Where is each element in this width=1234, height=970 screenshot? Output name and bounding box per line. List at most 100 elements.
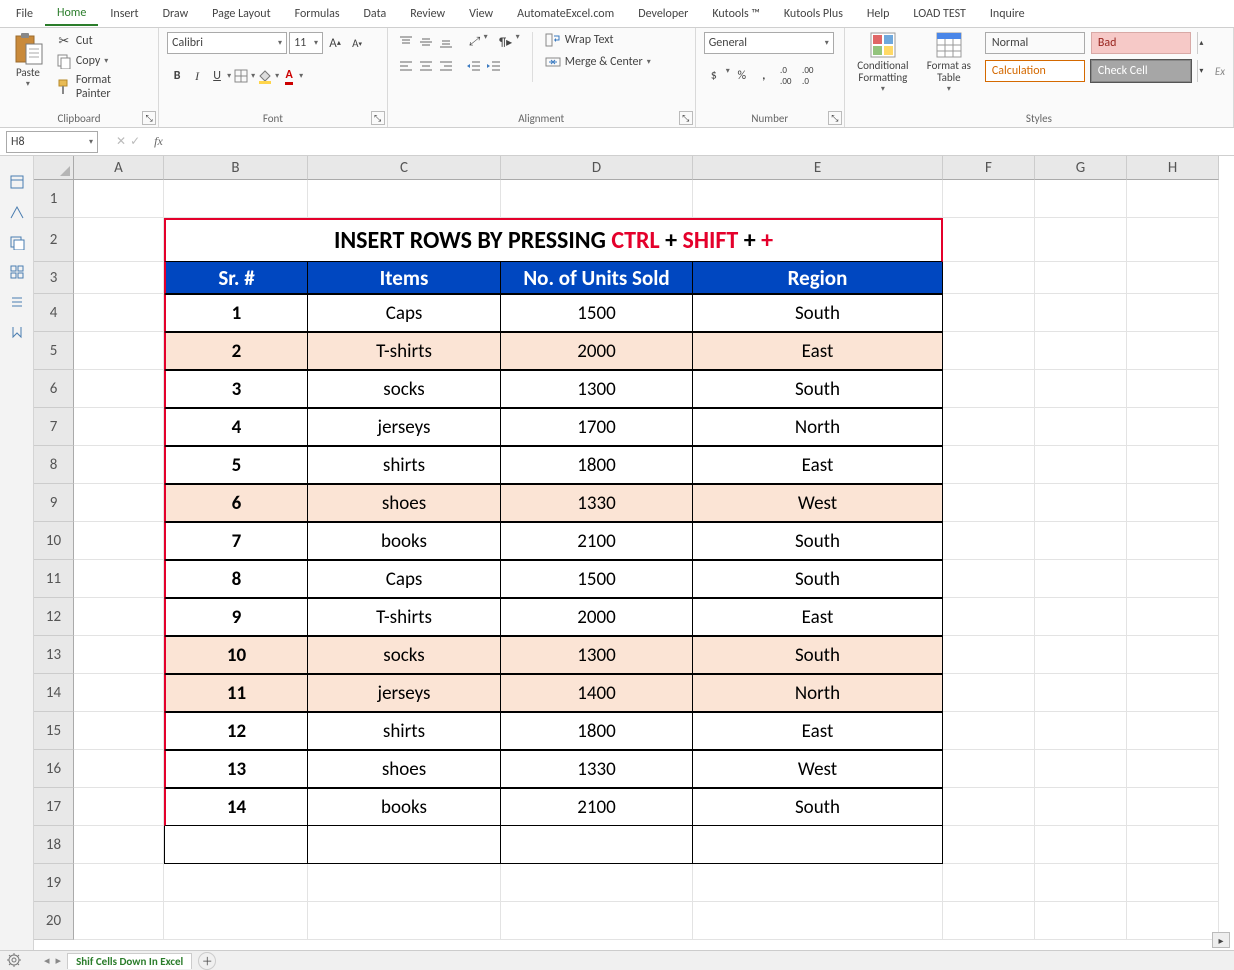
font-name-select[interactable]: Calibri▾ bbox=[167, 32, 287, 54]
side-icon-3[interactable] bbox=[9, 234, 25, 250]
cell-F10[interactable] bbox=[943, 522, 1035, 560]
cell-G17[interactable] bbox=[1035, 788, 1127, 826]
cell-B14[interactable]: 11 bbox=[164, 674, 308, 712]
tab-automateexcel-com[interactable]: AutomateExcel.com bbox=[505, 3, 626, 25]
gallery-scroll-up[interactable]: ▴ bbox=[1197, 32, 1205, 54]
cell-F2[interactable] bbox=[943, 218, 1035, 262]
cell-H10[interactable] bbox=[1127, 522, 1219, 560]
cell-D8[interactable]: 1800 bbox=[501, 446, 693, 484]
row-header-3[interactable]: 3 bbox=[34, 262, 74, 294]
cell-H16[interactable] bbox=[1127, 750, 1219, 788]
tab-view[interactable]: View bbox=[457, 3, 505, 25]
cell-G4[interactable] bbox=[1035, 294, 1127, 332]
cell-A18[interactable] bbox=[74, 826, 164, 864]
cell-A9[interactable] bbox=[74, 484, 164, 522]
cell-F20[interactable] bbox=[943, 902, 1035, 940]
cell-D15[interactable]: 1800 bbox=[501, 712, 693, 750]
select-all-corner[interactable] bbox=[34, 156, 74, 180]
decrease-decimal-button[interactable]: .00.0 bbox=[798, 66, 818, 86]
row-headers[interactable]: 1234567891011121314151617181920 bbox=[34, 180, 74, 940]
new-sheet-button[interactable]: ＋ bbox=[198, 952, 216, 970]
cell-H7[interactable] bbox=[1127, 408, 1219, 446]
hscroll-right-button[interactable]: ▸ bbox=[1212, 932, 1230, 948]
tab-developer[interactable]: Developer bbox=[626, 3, 700, 25]
cell-E13[interactable]: South bbox=[693, 636, 943, 674]
cell-F9[interactable] bbox=[943, 484, 1035, 522]
fill-color-button[interactable] bbox=[255, 66, 275, 86]
cell-D11[interactable]: 1500 bbox=[501, 560, 693, 598]
col-header-B[interactable]: B bbox=[164, 156, 308, 180]
cell-F8[interactable] bbox=[943, 446, 1035, 484]
cell-A1[interactable] bbox=[74, 180, 164, 218]
cell-F18[interactable] bbox=[943, 826, 1035, 864]
row-header-14[interactable]: 14 bbox=[34, 674, 74, 712]
cell-G11[interactable] bbox=[1035, 560, 1127, 598]
cell-C7[interactable]: jerseys bbox=[308, 408, 501, 446]
col-header-H[interactable]: H bbox=[1127, 156, 1219, 180]
cell-G3[interactable] bbox=[1035, 262, 1127, 294]
style-calculation[interactable]: Calculation bbox=[985, 60, 1085, 82]
cell-F17[interactable] bbox=[943, 788, 1035, 826]
style-check-cell[interactable]: Check Cell bbox=[1091, 60, 1191, 82]
cell-H17[interactable] bbox=[1127, 788, 1219, 826]
grid[interactable]: ABCDEFGH 1234567891011121314151617181920… bbox=[34, 156, 1234, 950]
row-header-16[interactable]: 16 bbox=[34, 750, 74, 788]
percent-button[interactable]: % bbox=[732, 66, 752, 86]
row-header-10[interactable]: 10 bbox=[34, 522, 74, 560]
header-2[interactable]: No. of Units Sold bbox=[501, 262, 693, 294]
orientation-button[interactable]: ⤢ bbox=[464, 32, 484, 52]
cell-G15[interactable] bbox=[1035, 712, 1127, 750]
direction-dropdown[interactable]: ▾ bbox=[516, 32, 520, 52]
decrease-indent-button[interactable] bbox=[464, 56, 484, 76]
cell-H8[interactable] bbox=[1127, 446, 1219, 484]
cell-F15[interactable] bbox=[943, 712, 1035, 750]
side-icon-6[interactable] bbox=[9, 324, 25, 340]
row-header-19[interactable]: 19 bbox=[34, 864, 74, 902]
cell-G12[interactable] bbox=[1035, 598, 1127, 636]
cell-C12[interactable]: T-shirts bbox=[308, 598, 501, 636]
cell-B20[interactable] bbox=[164, 902, 308, 940]
cell-E14[interactable]: North bbox=[693, 674, 943, 712]
fx-icon[interactable]: fx bbox=[154, 134, 163, 149]
cell-A10[interactable] bbox=[74, 522, 164, 560]
accounting-dropdown[interactable]: ▾ bbox=[726, 66, 730, 86]
tab-kutools-[interactable]: Kutools ™ bbox=[700, 3, 772, 25]
cell-G9[interactable] bbox=[1035, 484, 1127, 522]
cell-B1[interactable] bbox=[164, 180, 308, 218]
row-header-5[interactable]: 5 bbox=[34, 332, 74, 370]
tab-draw[interactable]: Draw bbox=[151, 3, 201, 25]
cell-C6[interactable]: socks bbox=[308, 370, 501, 408]
row-header-13[interactable]: 13 bbox=[34, 636, 74, 674]
cell-B16[interactable]: 13 bbox=[164, 750, 308, 788]
cell-H3[interactable] bbox=[1127, 262, 1219, 294]
style-bad[interactable]: Bad bbox=[1091, 32, 1191, 54]
cell-H13[interactable] bbox=[1127, 636, 1219, 674]
row-header-6[interactable]: 6 bbox=[34, 370, 74, 408]
cell-B7[interactable]: 4 bbox=[164, 408, 308, 446]
cell-A17[interactable] bbox=[74, 788, 164, 826]
header-3[interactable]: Region bbox=[693, 262, 943, 294]
conditional-formatting-button[interactable]: Conditional Formatting ▾ bbox=[853, 32, 913, 94]
cell-H14[interactable] bbox=[1127, 674, 1219, 712]
header-1[interactable]: Items bbox=[308, 262, 501, 294]
tab-inquire[interactable]: Inquire bbox=[978, 3, 1037, 25]
accounting-format-button[interactable]: $ bbox=[704, 66, 724, 86]
cell-E10[interactable]: South bbox=[693, 522, 943, 560]
cell-H4[interactable] bbox=[1127, 294, 1219, 332]
cell-D7[interactable]: 1700 bbox=[501, 408, 693, 446]
underline-button[interactable]: U bbox=[207, 66, 227, 86]
cell-B15[interactable]: 12 bbox=[164, 712, 308, 750]
cut-button[interactable]: ✂ Cut bbox=[54, 32, 150, 50]
cell-F5[interactable] bbox=[943, 332, 1035, 370]
cell-E19[interactable] bbox=[693, 864, 943, 902]
col-header-A[interactable]: A bbox=[74, 156, 164, 180]
cell-H1[interactable] bbox=[1127, 180, 1219, 218]
row-header-9[interactable]: 9 bbox=[34, 484, 74, 522]
tab-review[interactable]: Review bbox=[398, 3, 457, 25]
cell-H2[interactable] bbox=[1127, 218, 1219, 262]
col-header-E[interactable]: E bbox=[693, 156, 943, 180]
tab-page-layout[interactable]: Page Layout bbox=[200, 3, 282, 25]
merge-dropdown[interactable]: ▾ bbox=[647, 57, 651, 67]
cell-B4[interactable]: 1 bbox=[164, 294, 308, 332]
cell-A11[interactable] bbox=[74, 560, 164, 598]
